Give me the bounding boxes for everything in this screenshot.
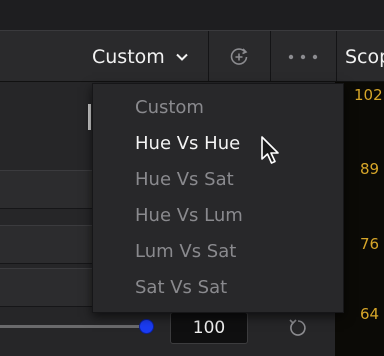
scope-scale-label: 76 (360, 235, 380, 253)
reset-icon (289, 319, 306, 336)
menu-item-label: Lum Vs Sat (135, 240, 237, 262)
divider (336, 31, 337, 81)
curve-mode-menu: Custom Hue Vs Hue Hue Vs Sat Hue Vs Lum … (92, 83, 344, 313)
menu-item-hue-vs-lum[interactable]: Hue Vs Lum (93, 198, 343, 232)
menu-item-sat-vs-sat[interactable]: Sat Vs Sat (93, 270, 343, 304)
menu-item-lum-vs-sat[interactable]: Lum Vs Sat (93, 234, 343, 268)
text-caret (88, 104, 91, 130)
menu-item-label: Hue Vs Sat (135, 168, 234, 190)
add-circle-icon (230, 48, 248, 65)
mouse-cursor-icon (261, 136, 279, 164)
scope-scale-label: 89 (360, 160, 380, 178)
menu-item-label: Hue Vs Hue (135, 132, 241, 154)
scopes-tab-label[interactable]: Scopes (345, 42, 384, 72)
add-curve-button[interactable] (218, 42, 260, 72)
value-input[interactable]: 100 (170, 312, 248, 344)
divider (208, 31, 209, 81)
menu-item-hue-vs-sat[interactable]: Hue Vs Sat (93, 162, 343, 196)
reset-button[interactable] (285, 315, 311, 341)
divider (270, 31, 271, 81)
menu-item-hue-vs-hue[interactable]: Hue Vs Hue (93, 126, 343, 160)
chevron-down-icon (176, 53, 188, 61)
menu-item-label: Custom (135, 96, 204, 118)
slider-handle[interactable] (139, 319, 154, 334)
menu-item-label: Sat Vs Sat (135, 276, 228, 298)
scope-scale-label: 102 (354, 86, 383, 104)
menu-item-custom[interactable]: Custom (93, 90, 343, 124)
menu-item-label: Hue Vs Lum (135, 204, 243, 226)
slider-track[interactable] (0, 325, 142, 328)
curve-mode-dropdown[interactable]: Custom (92, 42, 204, 72)
scope-scale-label: 64 (360, 305, 380, 323)
top-strip (0, 0, 384, 30)
more-options-button[interactable] (276, 42, 330, 72)
curve-mode-label: Custom (92, 46, 165, 68)
more-horizontal-icon (288, 54, 318, 60)
